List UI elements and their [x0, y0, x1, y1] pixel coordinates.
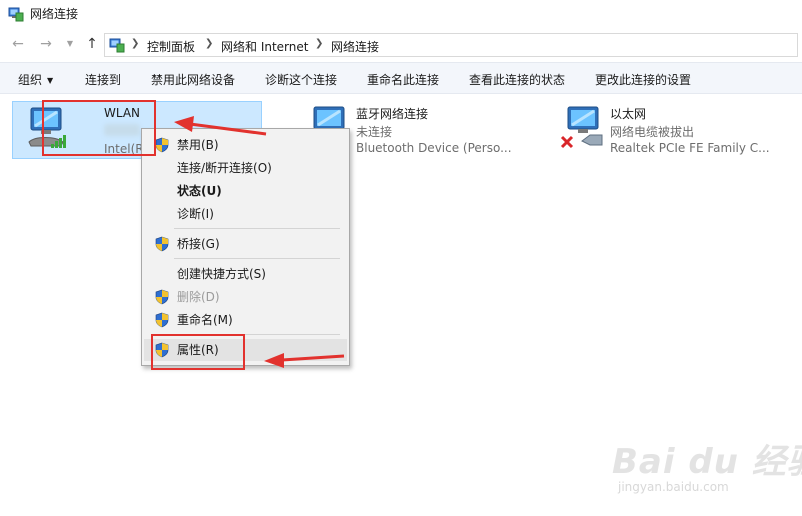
- context-menu: 禁用(B) 连接/断开连接(O) 状态(U) 诊断(I) 桥接(G) 创建快捷方…: [141, 128, 350, 366]
- menu-separator: [174, 228, 340, 229]
- menu-item-label: 诊断(I): [177, 207, 214, 221]
- menu-item-rename[interactable]: 重命名(M): [144, 309, 347, 331]
- connection-name: 蓝牙网络连接: [356, 107, 429, 121]
- menu-item-label: 删除(D): [177, 290, 220, 304]
- network-connections-icon: [8, 7, 24, 22]
- breadcrumb-network-internet[interactable]: 网络和 Internet: [221, 38, 308, 55]
- annotation-box-properties: [151, 334, 245, 370]
- forward-icon[interactable]: →: [38, 36, 54, 52]
- up-icon[interactable]: ↑: [84, 36, 100, 52]
- annotation-arrow-icon: [264, 353, 345, 368]
- uac-shield-icon: [155, 236, 169, 252]
- connection-device: Realtek PCIe FE Family C...: [610, 141, 770, 155]
- address-box[interactable]: ❯ 控制面板 ❯ 网络和 Internet ❯ 网络连接: [104, 33, 798, 57]
- connection-status: 未连接: [356, 125, 393, 139]
- rename-button[interactable]: 重命名此连接: [367, 71, 439, 88]
- connect-to-button[interactable]: 连接到: [85, 71, 121, 88]
- breadcrumb-network-connections[interactable]: 网络连接: [331, 38, 379, 55]
- watermark-logo: Bai du 经验: [612, 442, 802, 482]
- connection-name: 以太网: [610, 107, 647, 121]
- change-settings-button[interactable]: 更改此连接的设置: [595, 71, 691, 88]
- menu-item-status[interactable]: 状态(U): [144, 180, 347, 202]
- menu-item-label: 连接/断开连接(O): [177, 161, 272, 175]
- breadcrumb-control-panel[interactable]: 控制面板: [147, 38, 195, 55]
- dropdown-caret-icon: ▼: [47, 76, 54, 85]
- baidu-jingyan-watermark: Bai du 经验 jingyan.baidu.com: [612, 434, 802, 504]
- organize-button[interactable]: 组织 ▼: [18, 71, 53, 88]
- window-title: 网络连接: [30, 7, 79, 21]
- menu-item-label: 创建快捷方式(S): [177, 267, 266, 281]
- disable-device-button[interactable]: 禁用此网络设备: [151, 71, 235, 88]
- connection-device: Bluetooth Device (Perso...: [356, 141, 512, 155]
- command-bar: 组织 ▼ 连接到 禁用此网络设备 诊断这个连接 重命名此连接 查看此连接的状态 更…: [0, 62, 802, 94]
- menu-item-bridge[interactable]: 桥接(G): [144, 233, 347, 255]
- control-panel-icon: [109, 38, 125, 53]
- menu-separator: [174, 258, 340, 259]
- connection-status: 网络电缆被拔出: [610, 125, 695, 139]
- uac-shield-icon: [155, 289, 169, 305]
- diagnose-button[interactable]: 诊断这个连接: [265, 71, 337, 88]
- watermark-url: jingyan.baidu.com: [618, 480, 729, 494]
- annotation-box-wlan: [42, 100, 156, 156]
- menu-item-create-shortcut[interactable]: 创建快捷方式(S): [144, 263, 347, 285]
- breadcrumb-separator-icon: ❯: [205, 38, 214, 49]
- connection-ethernet[interactable]: 以太网 网络电缆被拔出 Realtek PCIe FE Family C...: [550, 101, 790, 159]
- menu-item-delete[interactable]: 删除(D): [144, 286, 347, 308]
- menu-item-diagnose[interactable]: 诊断(I): [144, 203, 347, 225]
- ethernet-adapter-icon: [560, 106, 603, 149]
- breadcrumb-separator-icon: ❯: [315, 38, 324, 49]
- menu-item-label: 状态(U): [177, 184, 222, 198]
- view-status-button[interactable]: 查看此连接的状态: [469, 71, 565, 88]
- menu-item-connect-disconnect[interactable]: 连接/断开连接(O): [144, 157, 347, 179]
- address-bar: ← → ▼ ↑ ❯ 控制面板 ❯ 网络和 Internet ❯ 网络连接: [0, 30, 802, 60]
- recent-locations-chevron-icon[interactable]: ▼: [62, 36, 78, 52]
- menu-item-label: 重命名(M): [177, 313, 233, 327]
- uac-shield-icon: [155, 312, 169, 328]
- breadcrumb-separator-icon: ❯: [131, 38, 140, 49]
- back-icon[interactable]: ←: [10, 36, 26, 52]
- organize-label: 组织: [18, 73, 43, 87]
- annotation-arrow-icon: [174, 116, 267, 136]
- menu-item-label: 桥接(G): [177, 237, 220, 251]
- title-bar: 网络连接: [0, 0, 802, 28]
